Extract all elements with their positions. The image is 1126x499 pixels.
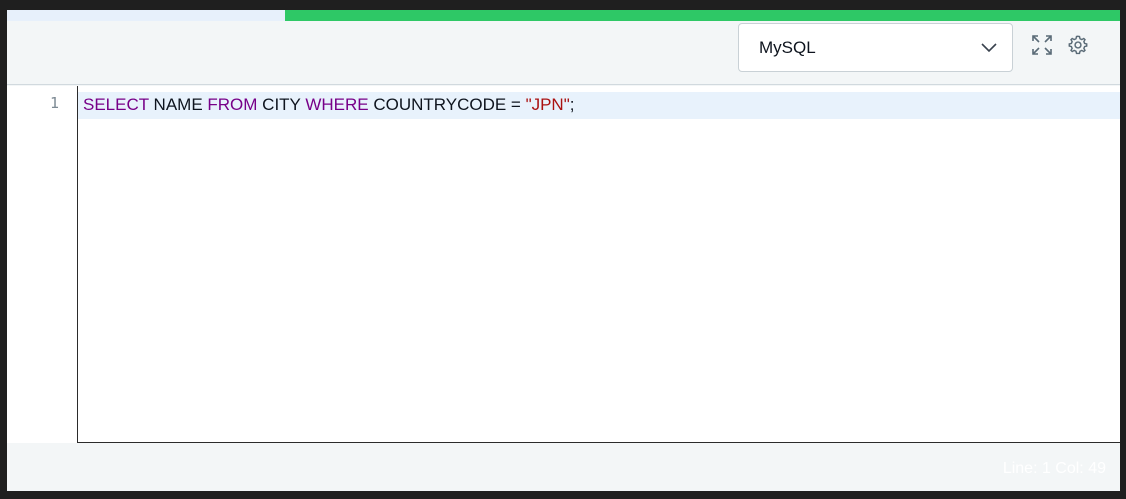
tab-inactive[interactable] <box>7 10 285 21</box>
sql-keyword: SELECT <box>83 95 149 114</box>
sql-identifier: COUNTRYCODE = <box>368 95 526 114</box>
tab-active-indicator[interactable] <box>285 10 1120 21</box>
sql-punctuation: ; <box>569 95 575 114</box>
tab-strip <box>7 10 1120 21</box>
chevron-down-icon <box>980 39 998 57</box>
editor-status-bar: Line: 1 Col: 49 <box>7 444 1120 491</box>
expand-icon <box>1031 34 1053 61</box>
code-editor-panel: MySQL 1 SELECT NAME FROM CITY WHERE COUN… <box>7 10 1120 491</box>
code-text-area[interactable]: SELECT NAME FROM CITY WHERE COUNTRYCODE … <box>78 86 1120 443</box>
gear-icon <box>1067 34 1089 61</box>
sql-keyword: FROM <box>207 95 258 114</box>
line-number: 1 <box>49 94 59 112</box>
sql-identifier: CITY <box>257 95 306 114</box>
line-number-gutter: 1 <box>7 86 78 443</box>
cursor-position: Line: 1 Col: 49 <box>1002 460 1106 477</box>
sql-string-literal: "JPN" <box>525 95 570 114</box>
editor-toolbar: MySQL <box>7 21 1120 85</box>
sql-keyword: WHERE <box>305 95 369 114</box>
fullscreen-button[interactable] <box>1029 34 1055 60</box>
code-editor[interactable]: 1 SELECT NAME FROM CITY WHERE COUNTRYCOD… <box>7 86 1120 443</box>
sql-identifier: NAME <box>148 95 208 114</box>
language-select-value: MySQL <box>759 37 816 57</box>
code-line[interactable]: SELECT NAME FROM CITY WHERE COUNTRYCODE … <box>83 95 574 115</box>
language-select[interactable]: MySQL <box>738 23 1013 72</box>
settings-button[interactable] <box>1065 34 1091 60</box>
